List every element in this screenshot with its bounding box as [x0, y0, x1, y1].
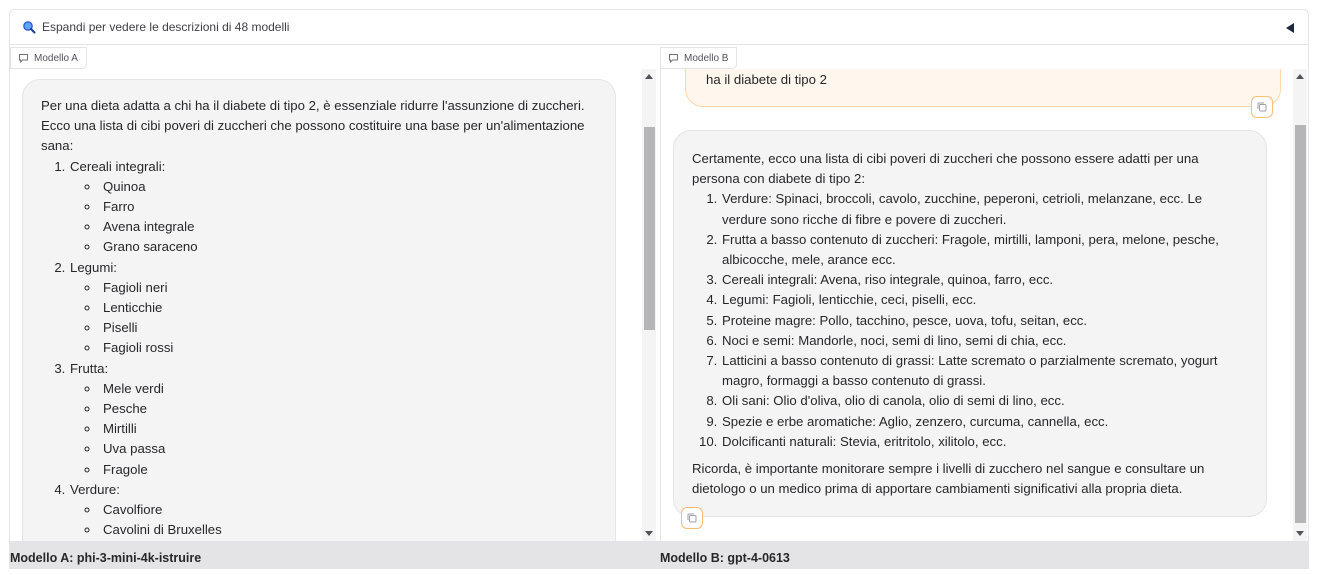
- chat-panel-b[interactable]: ha il diabete di tipo 2 Certamente, ecco…: [660, 69, 1308, 541]
- list-item: Verdure: Cavolfiore Cavolini di Bruxelle…: [69, 480, 597, 541]
- list-item: Mele verdi: [100, 379, 597, 399]
- list-item: Frutta a basso contenuto di zuccheri: Fr…: [721, 230, 1248, 270]
- group-title: Cereali integrali:: [70, 158, 166, 174]
- list-item: Cereali integrali: Quinoa Farro Avena in…: [69, 157, 597, 258]
- accordion-label: Espandi per vedere le descrizioni di 48 …: [42, 20, 290, 34]
- list-item: Spezie e erbe aromatiche: Aglio, zenzero…: [721, 412, 1248, 432]
- tab-model-a: Modello A: [10, 47, 87, 69]
- message-closing: Ricorda, è importante monitorare sempre …: [692, 461, 1205, 497]
- message-intro: Per una dieta adatta a chi ha il diabete…: [41, 98, 585, 154]
- list-item: Avena integrale: [100, 217, 597, 237]
- scroll-up-icon[interactable]: [645, 74, 653, 79]
- list-item: Verdure: Spinaci, broccoli, cavolo, zucc…: [721, 189, 1248, 229]
- list-item: Fagioli rossi: [100, 338, 597, 358]
- sub-list: Quinoa Farro Avena integrale Grano sarac…: [100, 177, 597, 258]
- chat-bubble-icon: [669, 54, 678, 63]
- page-scroll-track: [1312, 9, 1322, 569]
- user-message: ha il diabete di tipo 2: [685, 69, 1281, 107]
- list-item: Frutta: Mele verdi Pesche Mirtilli Uva p…: [69, 359, 597, 480]
- list-item: Legumi: Fagioli, lenticchie, ceci, pisel…: [721, 290, 1248, 310]
- models-accordion[interactable]: Espandi per vedere le descrizioni di 48 …: [9, 9, 1309, 45]
- scroll-thumb[interactable]: [1295, 125, 1306, 523]
- chat-panel-a[interactable]: Per una dieta adatta a chi ha il diabete…: [10, 69, 658, 541]
- food-list: Verdure: Spinaci, broccoli, cavolo, zucc…: [721, 189, 1248, 452]
- model-b-name: Modello B: gpt-4-0613: [660, 551, 790, 565]
- scrollbar-b[interactable]: [1293, 69, 1307, 541]
- list-item: Dolcificanti naturali: Stevia, eritritol…: [721, 432, 1248, 452]
- model-names-footer: Modello A: phi-3-mini-4k-istruire Modell…: [9, 541, 1309, 569]
- message-intro: Certamente, ecco una lista di cibi pover…: [692, 151, 1199, 187]
- scrollbar-a[interactable]: [642, 69, 656, 541]
- group-title: Frutta:: [70, 360, 109, 376]
- list-item: Farro: [100, 197, 597, 217]
- copy-button[interactable]: [1251, 96, 1273, 118]
- copy-icon: [687, 513, 697, 523]
- list-item: Pesche: [100, 399, 597, 419]
- list-item: Legumi: Fagioli neri Lenticchie Piselli …: [69, 258, 597, 359]
- food-groups-list: Cereali integrali: Quinoa Farro Avena in…: [69, 157, 597, 541]
- copy-icon: [1257, 102, 1267, 112]
- scroll-thumb[interactable]: [644, 127, 655, 330]
- list-item: Latticini a basso contenuto di grassi: L…: [721, 351, 1248, 391]
- list-item: Grano saraceno: [100, 237, 597, 257]
- group-title: Legumi:: [70, 259, 117, 275]
- triangle-left-icon[interactable]: [1284, 21, 1296, 33]
- list-item: Oli sani: Olio d'oliva, olio di canola, …: [721, 391, 1248, 411]
- model-a-name: Modello A: phi-3-mini-4k-istruire: [10, 551, 202, 565]
- list-item: Fragole: [100, 460, 597, 480]
- tab-label: Modello B: [684, 52, 729, 64]
- list-item: Quinoa: [100, 177, 597, 197]
- magnifier-icon: [22, 20, 36, 34]
- sub-list: Mele verdi Pesche Mirtilli Uva passa Fra…: [100, 379, 597, 480]
- bot-message-b: Certamente, ecco una lista di cibi pover…: [673, 130, 1267, 517]
- scroll-down-icon[interactable]: [1296, 531, 1304, 536]
- list-item: Mirtilli: [100, 419, 597, 439]
- list-item: Lenticchie: [100, 298, 597, 318]
- group-title: Verdure:: [70, 481, 120, 497]
- scroll-up-icon[interactable]: [1296, 74, 1304, 79]
- list-item: Cavolini di Bruxelles: [100, 520, 597, 540]
- tab-label: Modello A: [34, 52, 78, 64]
- bot-message-a: Per una dieta adatta a chi ha il diabete…: [22, 79, 616, 541]
- list-item: Noci e semi: Mandorle, noci, semi di lin…: [721, 331, 1248, 351]
- user-text: ha il diabete di tipo 2: [706, 72, 827, 87]
- list-item: Proteine magre: Pollo, tacchino, pesce, …: [721, 311, 1248, 331]
- sub-list: Cavolfiore Cavolini di Bruxelles: [100, 500, 597, 540]
- sub-list: Fagioli neri Lenticchie Piselli Fagioli …: [100, 278, 597, 359]
- list-item: Uva passa: [100, 439, 597, 459]
- copy-button[interactable]: [681, 507, 703, 529]
- list-item: Piselli: [100, 318, 597, 338]
- tab-model-b: Modello B: [660, 47, 738, 69]
- list-item: Cavolfiore: [100, 500, 597, 520]
- chat-bubble-icon: [19, 54, 28, 63]
- list-item: Fagioli neri: [100, 278, 597, 298]
- scroll-down-icon[interactable]: [645, 531, 653, 536]
- list-item: Cereali integrali: Avena, riso integrale…: [721, 270, 1248, 290]
